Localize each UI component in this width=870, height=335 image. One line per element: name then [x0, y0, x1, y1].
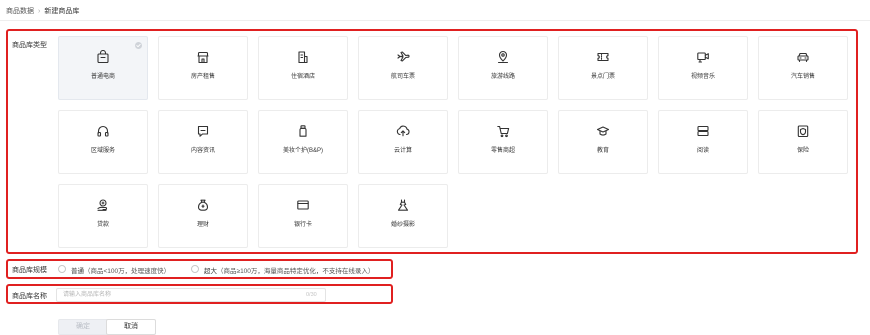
type-card-label: 旅游线路 — [490, 74, 515, 80]
scale-large-radio[interactable] — [191, 265, 199, 273]
scale-large-option[interactable]: 超大（商品≥100万，海量商品特定优化，不支持在线录入） — [204, 265, 374, 275]
type-card-coin-hand[interactable]: 贷款 — [58, 184, 148, 248]
type-card-label: 普通电商 — [90, 74, 115, 80]
type-card-plane[interactable]: 航司车票 — [358, 36, 448, 100]
type-card-label: 婚纱摄影 — [390, 222, 415, 228]
breadcrumb-current: 新建商品库 — [44, 8, 80, 15]
type-card-video-camera[interactable]: 视频音乐 — [658, 36, 748, 100]
scale-normal-radio[interactable] — [58, 265, 66, 273]
name-char-counter: 0/30 — [306, 292, 317, 298]
type-card-shopping-cart[interactable]: 零售商超 — [458, 110, 548, 174]
type-card-label: 区域服务 — [90, 148, 115, 154]
breadcrumb-separator: › — [38, 8, 41, 15]
type-card-headphones[interactable]: 区域服务 — [58, 110, 148, 174]
name-input[interactable] — [56, 288, 326, 302]
scale-normal-title: 普通 — [71, 268, 84, 275]
book-stack-icon — [696, 124, 710, 138]
type-card-label: 航司车票 — [390, 74, 415, 80]
type-card-label: 银行卡 — [293, 222, 312, 228]
type-card-label: 视频音乐 — [690, 74, 715, 80]
type-card-message[interactable]: 内容资讯 — [158, 110, 248, 174]
type-card-shopping-bag[interactable]: 普通电商 — [58, 36, 148, 100]
shopping-bag-icon — [96, 50, 110, 64]
type-card-label: 云计算 — [393, 148, 412, 154]
shopping-cart-icon — [496, 124, 510, 138]
type-card-label: 住宿酒店 — [290, 74, 315, 80]
location-pin-icon — [496, 50, 510, 64]
type-card-book-stack[interactable]: 阅读 — [658, 110, 748, 174]
selected-check-icon — [135, 42, 142, 49]
scale-normal-option[interactable]: 普通（商品<100万，处理速度快） — [71, 265, 170, 275]
breadcrumb: 商品数据 › 新建商品库 — [6, 6, 79, 18]
car-icon — [796, 50, 810, 64]
type-card-label: 汽车销售 — [790, 74, 815, 80]
type-card-wedding-dress[interactable]: 婚纱摄影 — [358, 184, 448, 248]
type-card-ticket[interactable]: 景点门票 — [558, 36, 648, 100]
breadcrumb-parent-link[interactable]: 商品数据 — [6, 8, 34, 15]
type-card-graduation-cap[interactable]: 教育 — [558, 110, 648, 174]
type-card-bank-card[interactable]: 银行卡 — [258, 184, 348, 248]
header-divider — [0, 20, 870, 21]
type-card-label: 房产租售 — [190, 74, 215, 80]
scale-label: 商品库规模 — [12, 267, 47, 274]
type-card-money-bag[interactable]: 理财 — [158, 184, 248, 248]
type-card-location-pin[interactable]: 旅游线路 — [458, 36, 548, 100]
type-card-label: 内容资讯 — [190, 148, 215, 154]
wedding-dress-icon — [396, 198, 410, 212]
type-card-cosmetics-bottle[interactable]: 美妆个护(B&P) — [258, 110, 348, 174]
video-camera-icon — [696, 50, 710, 64]
headphones-icon — [96, 124, 110, 138]
bank-card-icon — [296, 198, 310, 212]
type-card-label: 零售商超 — [490, 148, 515, 154]
type-card-label: 贷款 — [96, 222, 109, 228]
ticket-icon — [596, 50, 610, 64]
type-card-label: 景点门票 — [590, 74, 615, 80]
confirm-button[interactable]: 确定 — [58, 319, 108, 335]
scale-normal-desc: （商品<100万，处理速度快） — [84, 268, 171, 275]
cancel-button[interactable]: 取消 — [106, 319, 156, 335]
type-card-label: 保险 — [796, 148, 809, 154]
cosmetics-bottle-icon — [296, 124, 310, 138]
money-bag-icon — [196, 198, 210, 212]
type-card-shield[interactable]: 保险 — [758, 110, 848, 174]
plane-icon — [396, 50, 410, 64]
type-label: 商品库类型 — [12, 42, 47, 49]
scale-large-desc: （商品≥100万，海量商品特定优化，不支持在线录入） — [217, 268, 375, 275]
shield-icon — [796, 124, 810, 138]
scale-large-title: 超大 — [204, 268, 217, 275]
type-card-label: 理财 — [196, 222, 209, 228]
message-icon — [196, 124, 210, 138]
graduation-cap-icon — [596, 124, 610, 138]
type-card-label: 教育 — [596, 148, 609, 154]
type-card-hotel[interactable]: 住宿酒店 — [258, 36, 348, 100]
type-card-label: 美妆个护(B&P) — [282, 148, 323, 154]
type-card-label: 阅读 — [696, 148, 709, 154]
type-card-cloud-upload[interactable]: 云计算 — [358, 110, 448, 174]
coin-hand-icon — [96, 198, 110, 212]
type-card-house[interactable]: 房产租售 — [158, 36, 248, 100]
hotel-icon — [296, 50, 310, 64]
type-card-car[interactable]: 汽车销售 — [758, 36, 848, 100]
house-icon — [196, 50, 210, 64]
name-label: 商品库名称 — [12, 293, 47, 300]
cloud-upload-icon — [396, 124, 410, 138]
